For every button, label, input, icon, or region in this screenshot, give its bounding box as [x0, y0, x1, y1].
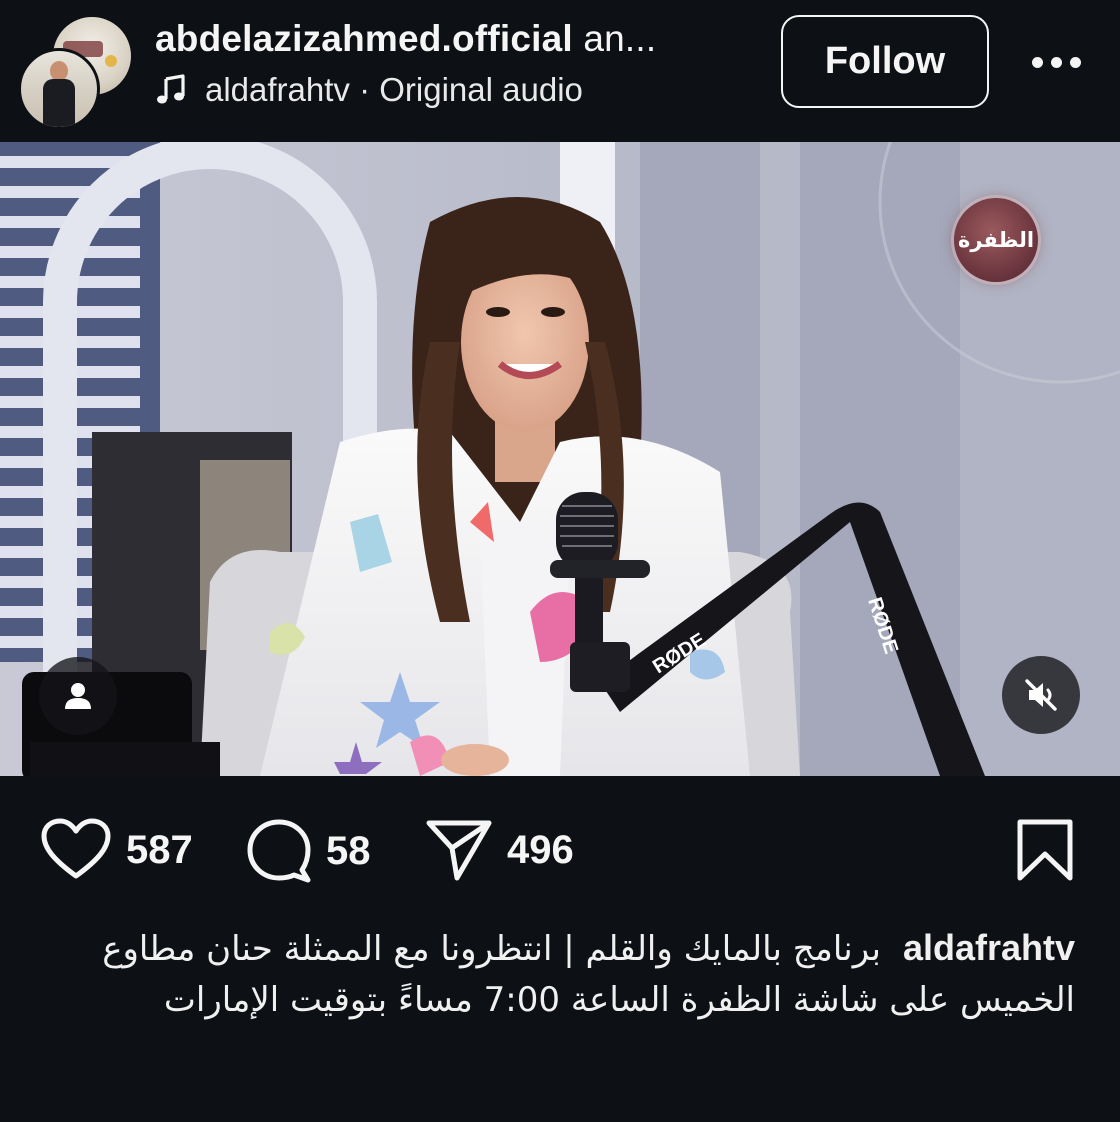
avatar-person-figure [43, 61, 75, 127]
bookmark-icon[interactable] [1016, 818, 1074, 882]
music-note-icon [157, 74, 185, 104]
follow-button[interactable]: Follow [781, 15, 989, 108]
more-options-icon[interactable] [1030, 48, 1084, 78]
author-username[interactable]: abdelazizahmed.official [155, 18, 573, 59]
like-count[interactable]: 587 [126, 828, 193, 873]
video-frame: RØDE RØDE [0, 142, 1120, 776]
collab-avatars[interactable] [16, 14, 134, 130]
post-header: abdelazizahmed.official an... aldafrahtv… [0, 0, 1120, 142]
author-username-suffix[interactable]: an... [583, 18, 656, 59]
mute-glyph [1025, 679, 1057, 711]
heart-icon[interactable] [40, 818, 112, 882]
post-caption: aldafrahtvبرنامج بالمايك والقلم | انتظرو… [40, 922, 1075, 1026]
audio-attribution[interactable]: aldafrahtv · Original audio [155, 70, 583, 110]
avatar-abdelazizahmed[interactable] [18, 48, 100, 130]
user-tag-glyph [65, 683, 91, 709]
avatar-person-body [43, 79, 75, 127]
share-action[interactable]: 496 [425, 818, 574, 882]
post-actions: 587 58 496 [0, 800, 1120, 900]
like-action[interactable]: 587 [40, 818, 193, 882]
channel-logo: الظفرة [954, 198, 1038, 282]
reel-video[interactable]: RØDE RØDE الظفرة [0, 142, 1120, 776]
comment-icon[interactable] [246, 818, 312, 884]
audio-label[interactable]: aldafrahtv · Original audio [205, 71, 583, 109]
user-tag-icon[interactable] [39, 657, 117, 735]
mute-icon[interactable] [1002, 656, 1080, 734]
share-icon[interactable] [425, 818, 493, 882]
caption-username[interactable]: aldafrahtv [903, 927, 1075, 968]
comment-count[interactable]: 58 [326, 829, 371, 874]
post-author[interactable]: abdelazizahmed.official an... [155, 18, 656, 60]
avatar-person-head [50, 61, 68, 81]
comment-action[interactable]: 58 [246, 818, 371, 884]
share-count[interactable]: 496 [507, 828, 574, 873]
avatar-logo-dot [105, 55, 117, 67]
